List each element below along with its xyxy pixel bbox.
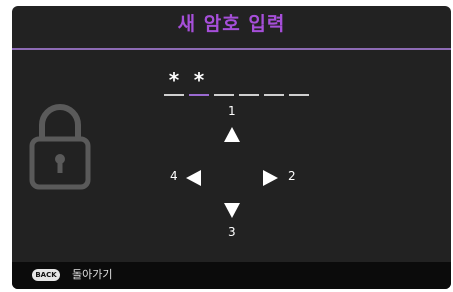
- arrow-right-icon[interactable]: [263, 170, 278, 186]
- lock-icon: [29, 104, 91, 190]
- password-entry[interactable]: * *: [164, 68, 309, 96]
- password-slot: *: [164, 68, 184, 96]
- password-slot: *: [189, 68, 209, 96]
- dialog-title: 새 암호 입력: [177, 13, 286, 35]
- title-divider: [12, 48, 451, 50]
- left-number: 4: [170, 169, 178, 183]
- back-button[interactable]: BACK: [32, 269, 60, 281]
- arrow-down-icon[interactable]: [224, 203, 240, 218]
- right-number: 2: [288, 169, 296, 183]
- password-slot: [239, 68, 259, 96]
- arrow-left-icon[interactable]: [186, 170, 201, 186]
- arrow-up-icon[interactable]: [224, 127, 240, 142]
- password-slot: [214, 68, 234, 96]
- footer-bar: BACK 돌아가기: [12, 262, 451, 289]
- password-dialog: 새 암호 입력 * * 1 4 2 3 BACK 돌아가기: [12, 6, 451, 289]
- down-number: 3: [228, 225, 236, 239]
- password-slot: [289, 68, 309, 96]
- back-label: 돌아가기: [72, 268, 113, 281]
- up-number: 1: [228, 104, 236, 118]
- password-slot: [264, 68, 284, 96]
